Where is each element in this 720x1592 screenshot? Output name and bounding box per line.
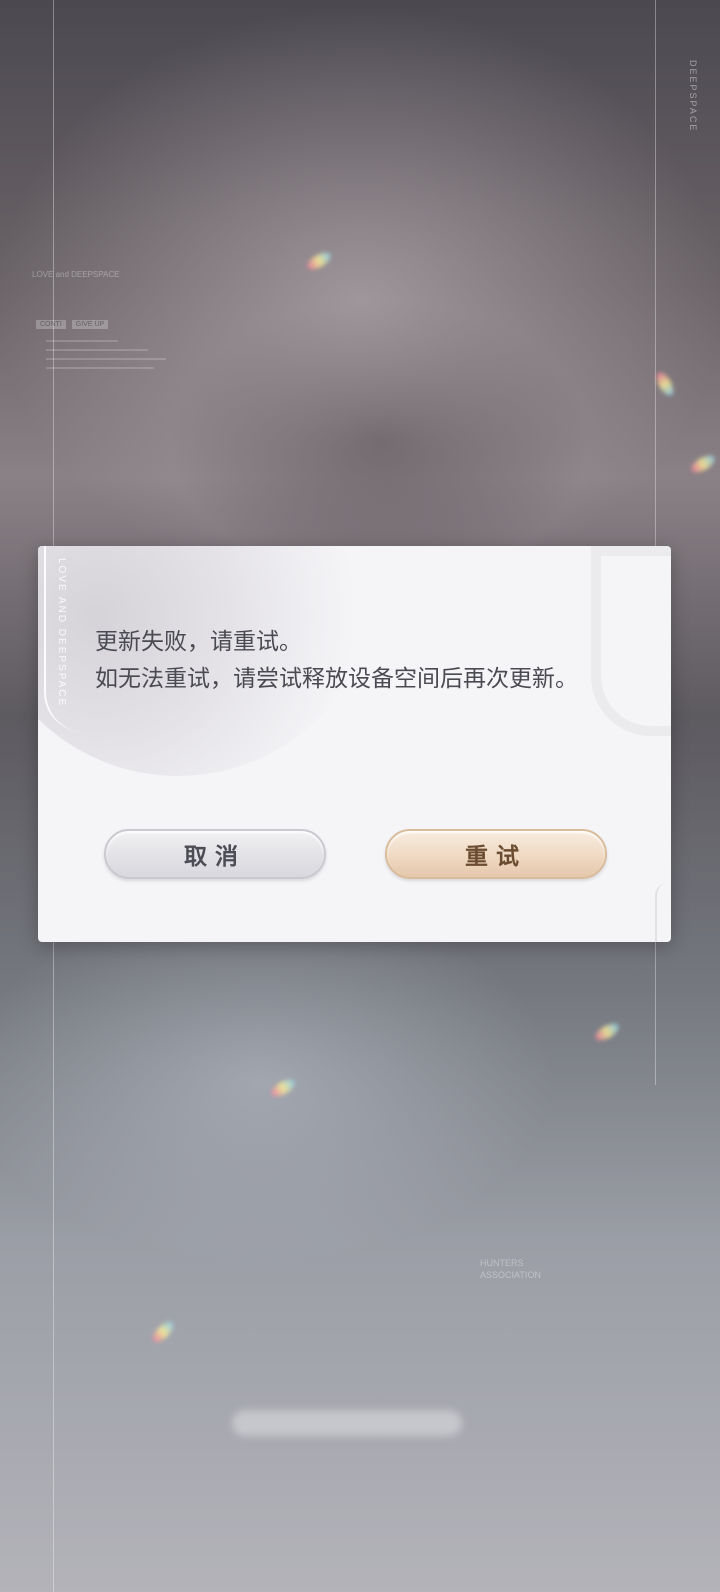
game-background: DEEPSPACE LOVE and DEEPSPACE CONTI GIVE …: [0, 0, 720, 1592]
dialog-vertical-text: LOVE AND DEEPSPACE: [56, 558, 67, 708]
hud-tags: CONTI GIVE UP: [36, 320, 109, 329]
light-flare-icon: [592, 1020, 622, 1044]
brand-vertical-text: DEEPSPACE: [688, 60, 698, 133]
light-flare-icon: [304, 249, 334, 273]
cancel-button-label: 取消: [184, 843, 246, 870]
hud-text-lines: [46, 340, 166, 376]
dialog-corner-decoration: [655, 882, 671, 942]
hud-title: LOVE and DEEPSPACE: [32, 270, 120, 279]
light-flare-icon: [149, 1318, 177, 1346]
message-line-2: 如无法重试，请尝试释放设备空间后再次更新。: [95, 666, 578, 692]
background-mark-hunters: HUNTERS: [480, 1258, 524, 1268]
cancel-button[interactable]: 取消: [104, 829, 326, 879]
hud-tag-give-up: GIVE UP: [71, 320, 109, 329]
light-flare-icon: [688, 452, 718, 476]
retry-button-label: 重试: [465, 843, 527, 870]
hud-tag-continue: CONTI: [36, 320, 66, 329]
light-flare-icon: [653, 369, 677, 399]
update-failed-dialog: LOVE AND DEEPSPACE 更新失败，请重试。 如无法重试，请尝试释放…: [38, 546, 671, 942]
message-line-1: 更新失败，请重试。: [95, 629, 302, 655]
retry-button[interactable]: 重试: [385, 829, 607, 879]
dialog-message: 更新失败，请重试。 如无法重试，请尝试释放设备空间后再次更新。: [95, 624, 615, 698]
background-mark-association: ASSOCIATION: [480, 1270, 541, 1280]
background-blurred-bar: [232, 1410, 462, 1436]
background-hud-panel: LOVE and DEEPSPACE CONTI GIVE UP: [32, 270, 187, 390]
light-flare-icon: [268, 1076, 298, 1100]
